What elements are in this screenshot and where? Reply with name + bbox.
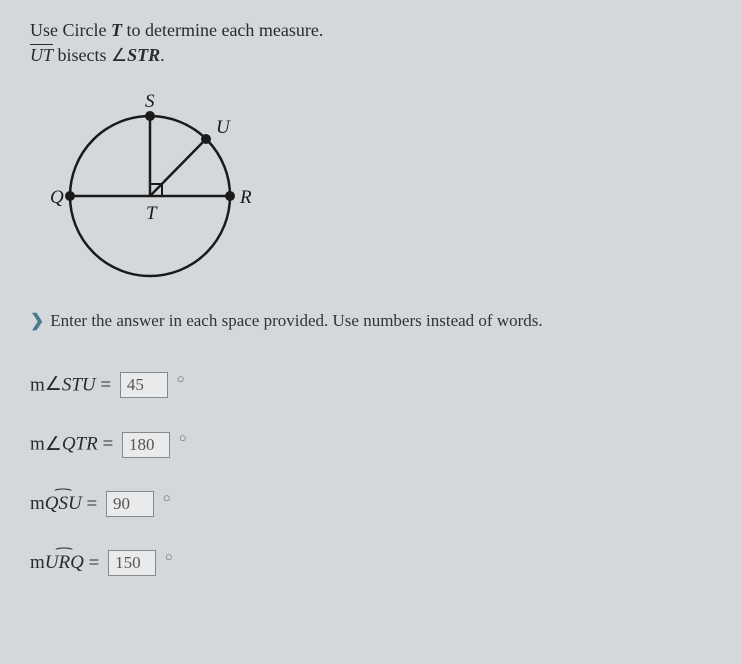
text: . [160,45,165,65]
degree-symbol: ○ [179,430,187,445]
label-u: U [216,117,231,138]
arc-vars: URQ [45,552,84,574]
angle-vars: STU [62,374,96,395]
angle-symbol [45,374,62,395]
degree-symbol: ○ [177,371,185,386]
answer-label: mQSU [30,493,86,514]
circle-var: T [111,20,122,40]
answer-row-urq: mURQ = ○ [30,549,712,576]
arc-vars: QSU [45,493,82,515]
answer-row-qtr: mQTR = ○ [30,430,712,457]
m-prefix: m [30,493,45,514]
answer-input-qsu[interactable] [106,491,154,517]
text: bisects [53,45,111,65]
m-prefix: m [30,552,45,573]
point-s [145,111,155,121]
answer-label: m QTR [30,434,102,455]
answer-label: m STU [30,374,100,395]
segment-label: UT [30,45,53,65]
text: to determine each measure. [122,20,323,40]
answer-input-qtr[interactable] [122,432,170,458]
answer-label: mURQ [30,552,89,573]
label-q: Q [50,187,64,208]
point-q [65,191,75,201]
chevron-icon: ❯ [30,311,44,330]
angle-symbol [45,434,62,455]
answer-row-qsu: mQSU = ○ [30,490,712,517]
angle-vars: STR [127,45,160,65]
instruction-line-2: UT bisects STR. [30,45,712,66]
answer-row-stu: mSTU = ○ [30,371,712,398]
diagram-svg: S U Q R T [40,81,280,291]
angle-symbol [111,45,127,65]
instruction-line-1: Use Circle T to determine each measure. [30,20,712,41]
answer-input-urq[interactable] [108,550,156,576]
label-r: R [239,187,252,208]
m-prefix: m [30,434,45,455]
degree-symbol: ○ [165,549,173,564]
prompt-line: ❯ Enter the answer in each space provided… [30,311,712,331]
circle-diagram: S U Q R T [40,81,712,296]
text: Use Circle [30,20,111,40]
label-s: S [145,91,155,112]
m-prefix: m [30,374,45,395]
degree-symbol: ○ [163,490,171,505]
point-r [225,191,235,201]
point-u [201,134,211,144]
angle-vars: QTR [62,434,98,455]
answer-input-stu[interactable] [120,372,168,398]
prompt-text: Enter the answer in each space provided.… [50,311,542,330]
line-tu [150,139,206,196]
label-t: T [146,203,158,224]
